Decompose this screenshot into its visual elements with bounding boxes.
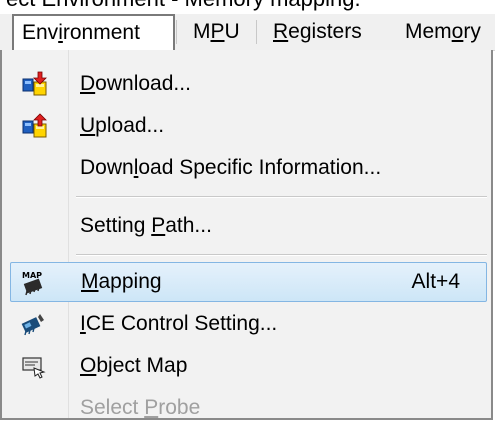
menubar-environment[interactable]: Environment (12, 14, 175, 50)
ice-control-icon (20, 310, 48, 338)
mnemonic-letter: O (80, 354, 97, 377)
menubar-divider (176, 20, 177, 44)
menubar-registers[interactable]: Registers (273, 14, 362, 50)
menu-bar: Environment MPU Registers Memory (0, 14, 495, 51)
menu-item-label: Download Specific Information... (80, 156, 382, 179)
mnemonic-letter: R (273, 20, 289, 43)
menu-item-select-probe[interactable]: Select Probe (10, 388, 487, 428)
menu-item-ice-control-setting[interactable]: ICE Control Setting... (10, 304, 487, 344)
menu-item-label: Upload... (80, 114, 165, 137)
map-chip-icon: MAP (21, 269, 49, 297)
menu-item-setting-path[interactable]: Setting Path... (10, 206, 487, 246)
mnemonic-letter: P (144, 396, 159, 419)
menubar-mpu[interactable]: MPU (193, 14, 240, 50)
menubar-label: MPU (193, 20, 240, 43)
menubar-memory[interactable]: Memory (405, 14, 481, 50)
mnemonic-letter: i (58, 21, 63, 44)
menu-item-download-specific-information[interactable]: Download Specific Information... (10, 148, 487, 188)
mnemonic-letter: P (210, 20, 225, 43)
mnemonic-letter: o (451, 20, 464, 43)
menu-item-mapping[interactable]: MAP Mapping Alt+4 (10, 262, 487, 302)
mnemonic-letter: P (151, 214, 166, 237)
mnemonic-letter: U (80, 114, 96, 137)
mnemonic-letter: D (80, 72, 96, 95)
menu-item-label: Download... (80, 72, 191, 95)
menubar-label: Registers (273, 20, 362, 43)
menu-item-label: Setting Path... (80, 214, 212, 237)
svg-text:MAP: MAP (22, 271, 42, 280)
mnemonic-letter: I (80, 312, 86, 335)
menubar-divider (256, 20, 257, 44)
menu-item-label: ICE Control Setting... (80, 312, 278, 335)
mnemonic-letter: M (81, 270, 99, 293)
upload-icon (20, 112, 48, 140)
menu-item-label: Select Probe (80, 396, 201, 419)
menubar-label: Memory (405, 20, 481, 43)
menu-item-label: Object Map (80, 354, 188, 377)
menu-item-shortcut: Alt+4 (411, 270, 460, 293)
caption-text: ect Environment - Memory mapping. (6, 0, 361, 12)
download-icon (20, 70, 48, 98)
menubar-label: Environment (22, 21, 140, 44)
menu-separator (76, 254, 487, 256)
menu-separator (76, 196, 487, 198)
mnemonic-letter: l (133, 156, 139, 179)
menu-item-upload[interactable]: Upload... (10, 106, 487, 146)
menu-item-label: Mapping (81, 270, 162, 293)
menu-item-object-map[interactable]: Object Map (10, 346, 487, 386)
object-map-icon (20, 352, 48, 380)
menu-item-download[interactable]: Download... (10, 64, 487, 104)
environment-dropdown-menu: Download... Upload... Download Specific … (0, 50, 493, 420)
